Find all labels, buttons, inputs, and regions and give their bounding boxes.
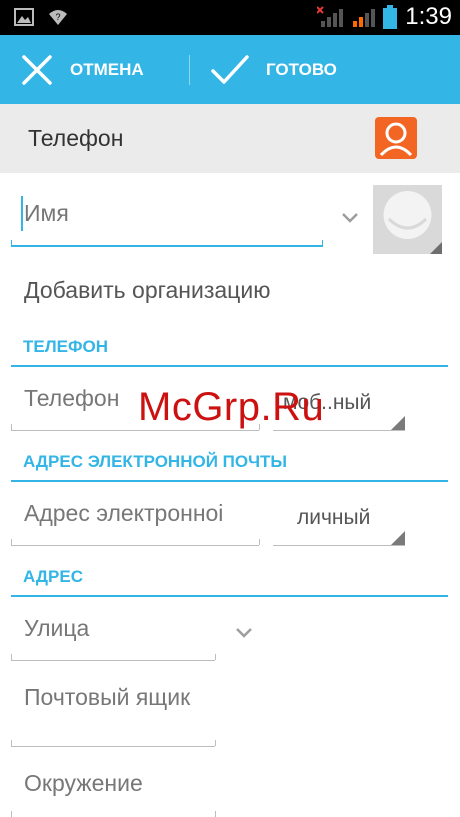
close-icon bbox=[22, 54, 52, 85]
battery-icon bbox=[383, 5, 398, 29]
contact-account-icon bbox=[375, 117, 417, 159]
watermark-text: McGrp.Ru bbox=[138, 385, 325, 429]
phone-input-underline bbox=[11, 430, 259, 431]
email-input-underline bbox=[11, 545, 259, 546]
street-input[interactable]: Улица bbox=[24, 615, 89, 642]
street-input-tick-right bbox=[215, 654, 216, 660]
name-field-tick bbox=[11, 240, 12, 246]
phone-input[interactable]: Телефон bbox=[24, 385, 119, 412]
name-field-tick-right bbox=[322, 240, 323, 246]
email-input-tick bbox=[11, 539, 12, 545]
email-section-header: АДРЕС ЭЛЕКТРОННОЙ ПОЧТЫ bbox=[23, 452, 288, 471]
action-bar: ОТМЕНА ГОТОВО bbox=[0, 35, 460, 104]
pobox-input-underline bbox=[11, 746, 215, 747]
email-type-dropdown-icon bbox=[391, 531, 405, 545]
default-avatar-icon bbox=[373, 185, 442, 254]
cancel-button[interactable]: ОТМЕНА bbox=[20, 35, 144, 104]
email-input[interactable]: Адрес электронноі bbox=[24, 500, 223, 527]
status-clock: 1:39 bbox=[405, 3, 452, 30]
phone-section-header: ТЕЛЕФОН bbox=[23, 337, 108, 356]
phone-type-underline bbox=[273, 430, 405, 431]
cancel-label: ОТМЕНА bbox=[70, 59, 144, 79]
action-bar-divider bbox=[189, 55, 190, 85]
phone-input-tick bbox=[11, 424, 12, 430]
neighborhood-input[interactable]: Окружение bbox=[24, 770, 143, 797]
neighborhood-input-tick-right bbox=[215, 811, 216, 817]
name-field[interactable]: Имя bbox=[24, 200, 69, 227]
text-cursor bbox=[21, 196, 23, 231]
email-type-spinner[interactable]: личный bbox=[297, 506, 370, 530]
street-input-tick bbox=[11, 654, 12, 660]
done-label: ГОТОВО bbox=[266, 59, 337, 79]
pobox-input-tick-right bbox=[215, 740, 216, 746]
address-section-header: АДРЕС bbox=[23, 567, 83, 586]
pobox-input[interactable]: Почтовый ящик bbox=[24, 682, 224, 713]
email-input-tick-right bbox=[259, 539, 260, 545]
status-bar: ? 1:39 bbox=[0, 0, 460, 35]
account-label: Телефон bbox=[28, 125, 124, 151]
signal-strength-icon bbox=[353, 9, 376, 27]
email-section-divider bbox=[11, 480, 448, 482]
expand-address-icon[interactable] bbox=[235, 627, 253, 639]
contact-photo[interactable] bbox=[373, 185, 442, 254]
svg-text:?: ? bbox=[55, 12, 60, 22]
done-button[interactable]: ГОТОВО bbox=[210, 35, 337, 104]
neighborhood-input-tick bbox=[11, 811, 12, 817]
signal-no-sim-icon bbox=[317, 6, 344, 27]
phone-type-dropdown-icon bbox=[391, 416, 405, 430]
expand-name-icon[interactable] bbox=[341, 212, 359, 224]
gallery-notification-icon bbox=[14, 8, 34, 26]
name-field-underline bbox=[11, 245, 323, 247]
checkmark-icon bbox=[211, 54, 249, 84]
pobox-input-tick bbox=[11, 740, 12, 746]
street-input-underline bbox=[11, 660, 215, 661]
phone-section-divider bbox=[11, 365, 448, 367]
wifi-question-icon: ? bbox=[49, 10, 67, 25]
address-section-divider bbox=[11, 595, 448, 597]
add-organization-link[interactable]: Добавить организацию bbox=[24, 277, 270, 304]
email-type-underline bbox=[273, 545, 405, 546]
